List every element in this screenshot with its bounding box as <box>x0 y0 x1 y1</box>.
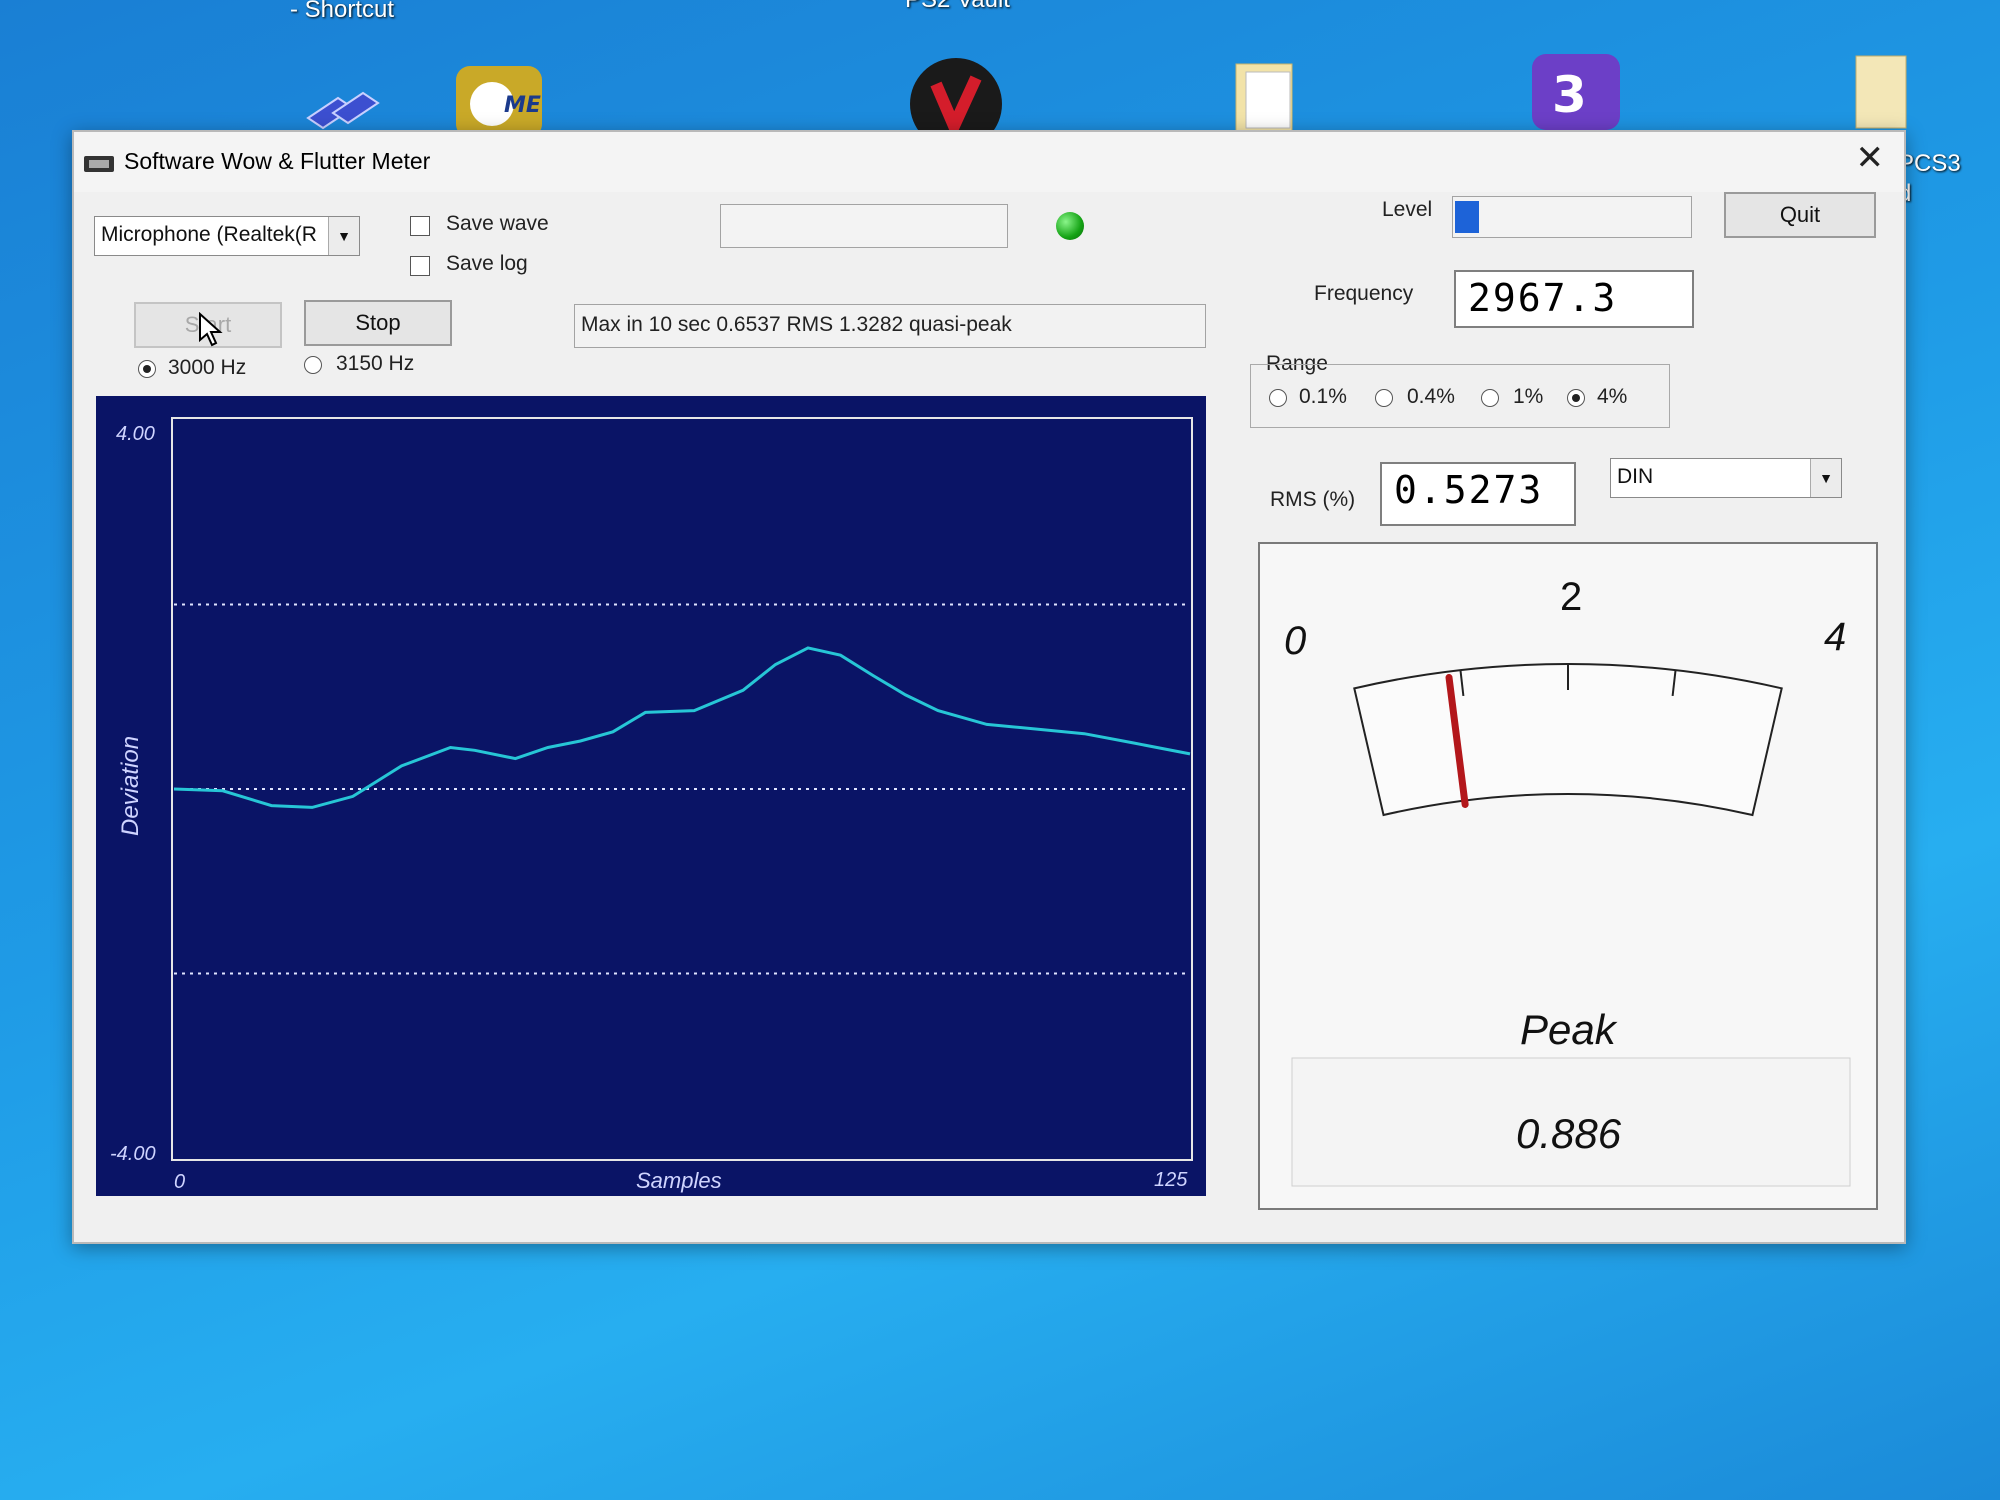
meter-mode-label: Peak <box>1520 1006 1618 1053</box>
range-4-label: 4% <box>1597 385 1628 408</box>
level-meter-fill <box>1455 201 1479 233</box>
close-button[interactable]: ✕ <box>1856 138 1885 178</box>
purple-app-icon[interactable]: 3 <box>1530 50 1622 130</box>
weighting-select[interactable]: DIN ▼ <box>1610 458 1842 498</box>
title-bar[interactable]: Software Wow & Flutter Meter ✕ <box>74 132 1904 192</box>
weighting-value: DIN <box>1617 465 1654 488</box>
range-0.1-radio[interactable] <box>1269 389 1287 407</box>
save-log-label: Save log <box>446 252 528 275</box>
y-tick-top: 4.00 <box>116 423 155 445</box>
save-wave-checkbox[interactable] <box>410 216 430 236</box>
meter-scale-0: 0 <box>1284 619 1306 663</box>
file-icon[interactable] <box>1852 52 1912 132</box>
progress-field <box>720 204 1008 248</box>
deviation-plot: 4.00 -4.00 0 125 Samples Deviation <box>110 417 1193 1193</box>
y-axis-label: Deviation <box>117 736 144 836</box>
frequency-readout: 2967.3 <box>1454 270 1694 328</box>
desktop-label-ps2-vault[interactable]: PS2 Vault <box>905 0 1010 14</box>
input-device-select[interactable]: Microphone (Realtek(R ▼ <box>94 216 360 256</box>
status-text-box: Max in 10 sec 0.6537 RMS 1.3282 quasi-pe… <box>574 304 1206 348</box>
window-title: Software Wow & Flutter Meter <box>124 148 431 174</box>
rms-readout: 0.5273 <box>1380 462 1576 526</box>
chevron-down-icon: ▼ <box>1810 459 1841 497</box>
chevron-down-icon: ▼ <box>328 217 359 255</box>
mouse-cursor-icon <box>199 312 223 347</box>
deviation-plot-panel: 4.00 -4.00 0 125 Samples Deviation <box>96 396 1206 1196</box>
meter-readout: 0.886 <box>1516 1110 1622 1157</box>
range-0.1-label: 0.1% <box>1299 385 1347 408</box>
y-tick-bottom: -4.00 <box>110 1143 156 1165</box>
meter-scale-4: 4 <box>1824 615 1846 659</box>
range-0.4-radio[interactable] <box>1375 389 1393 407</box>
tape-icon <box>84 156 114 172</box>
x-tick-left: 0 <box>174 1171 185 1193</box>
level-meter <box>1452 196 1692 238</box>
freq-3000-label: 3000 Hz <box>168 356 247 379</box>
level-label: Level <box>1382 198 1433 221</box>
x-tick-right: 125 <box>1154 1169 1188 1191</box>
rms-label: RMS (%) <box>1270 488 1356 511</box>
range-4-radio[interactable] <box>1567 389 1585 407</box>
desktop-label-pcs3[interactable]: PCS3 <box>1898 150 1961 178</box>
quit-button[interactable]: Quit <box>1724 192 1876 238</box>
x-axis-label: Samples <box>636 1168 722 1193</box>
meter-scale-2: 2 <box>1560 575 1582 619</box>
range-0.4-label: 0.4% <box>1407 385 1455 408</box>
freq-3150-label: 3150 Hz <box>336 352 415 375</box>
status-led-icon <box>1056 212 1084 240</box>
range-1-radio[interactable] <box>1481 389 1499 407</box>
save-wave-label: Save wave <box>446 212 549 235</box>
save-log-checkbox[interactable] <box>410 256 430 276</box>
input-device-value: Microphone (Realtek(R <box>101 223 317 246</box>
svg-text:3: 3 <box>1552 66 1587 124</box>
frequency-label: Frequency <box>1314 282 1414 305</box>
range-1-label: 1% <box>1513 385 1544 408</box>
freq-3150-radio[interactable] <box>304 356 322 374</box>
peak-meter-panel: 0 2 4 Peak 0.886 <box>1258 542 1878 1210</box>
peak-meter: 0 2 4 Peak 0.886 <box>1284 575 1851 1187</box>
svg-text:ME: ME <box>504 93 541 118</box>
me-app-icon[interactable]: ME <box>452 62 546 138</box>
app-window: Software Wow & Flutter Meter ✕ Microphon… <box>72 130 1906 1244</box>
status-text: Max in 10 sec 0.6537 RMS 1.3282 quasi-pe… <box>581 313 1012 336</box>
range-group: 0.1% 0.4% 1% 4% <box>1250 364 1670 428</box>
folder-icon[interactable] <box>1232 58 1298 134</box>
desktop-label-shortcut[interactable]: - Shortcut <box>290 0 394 24</box>
freq-3000-radio[interactable] <box>138 360 156 378</box>
stop-button[interactable]: Stop <box>304 300 452 346</box>
ps2-vault-icon[interactable] <box>908 56 1004 134</box>
network-app-icon[interactable] <box>298 78 388 138</box>
